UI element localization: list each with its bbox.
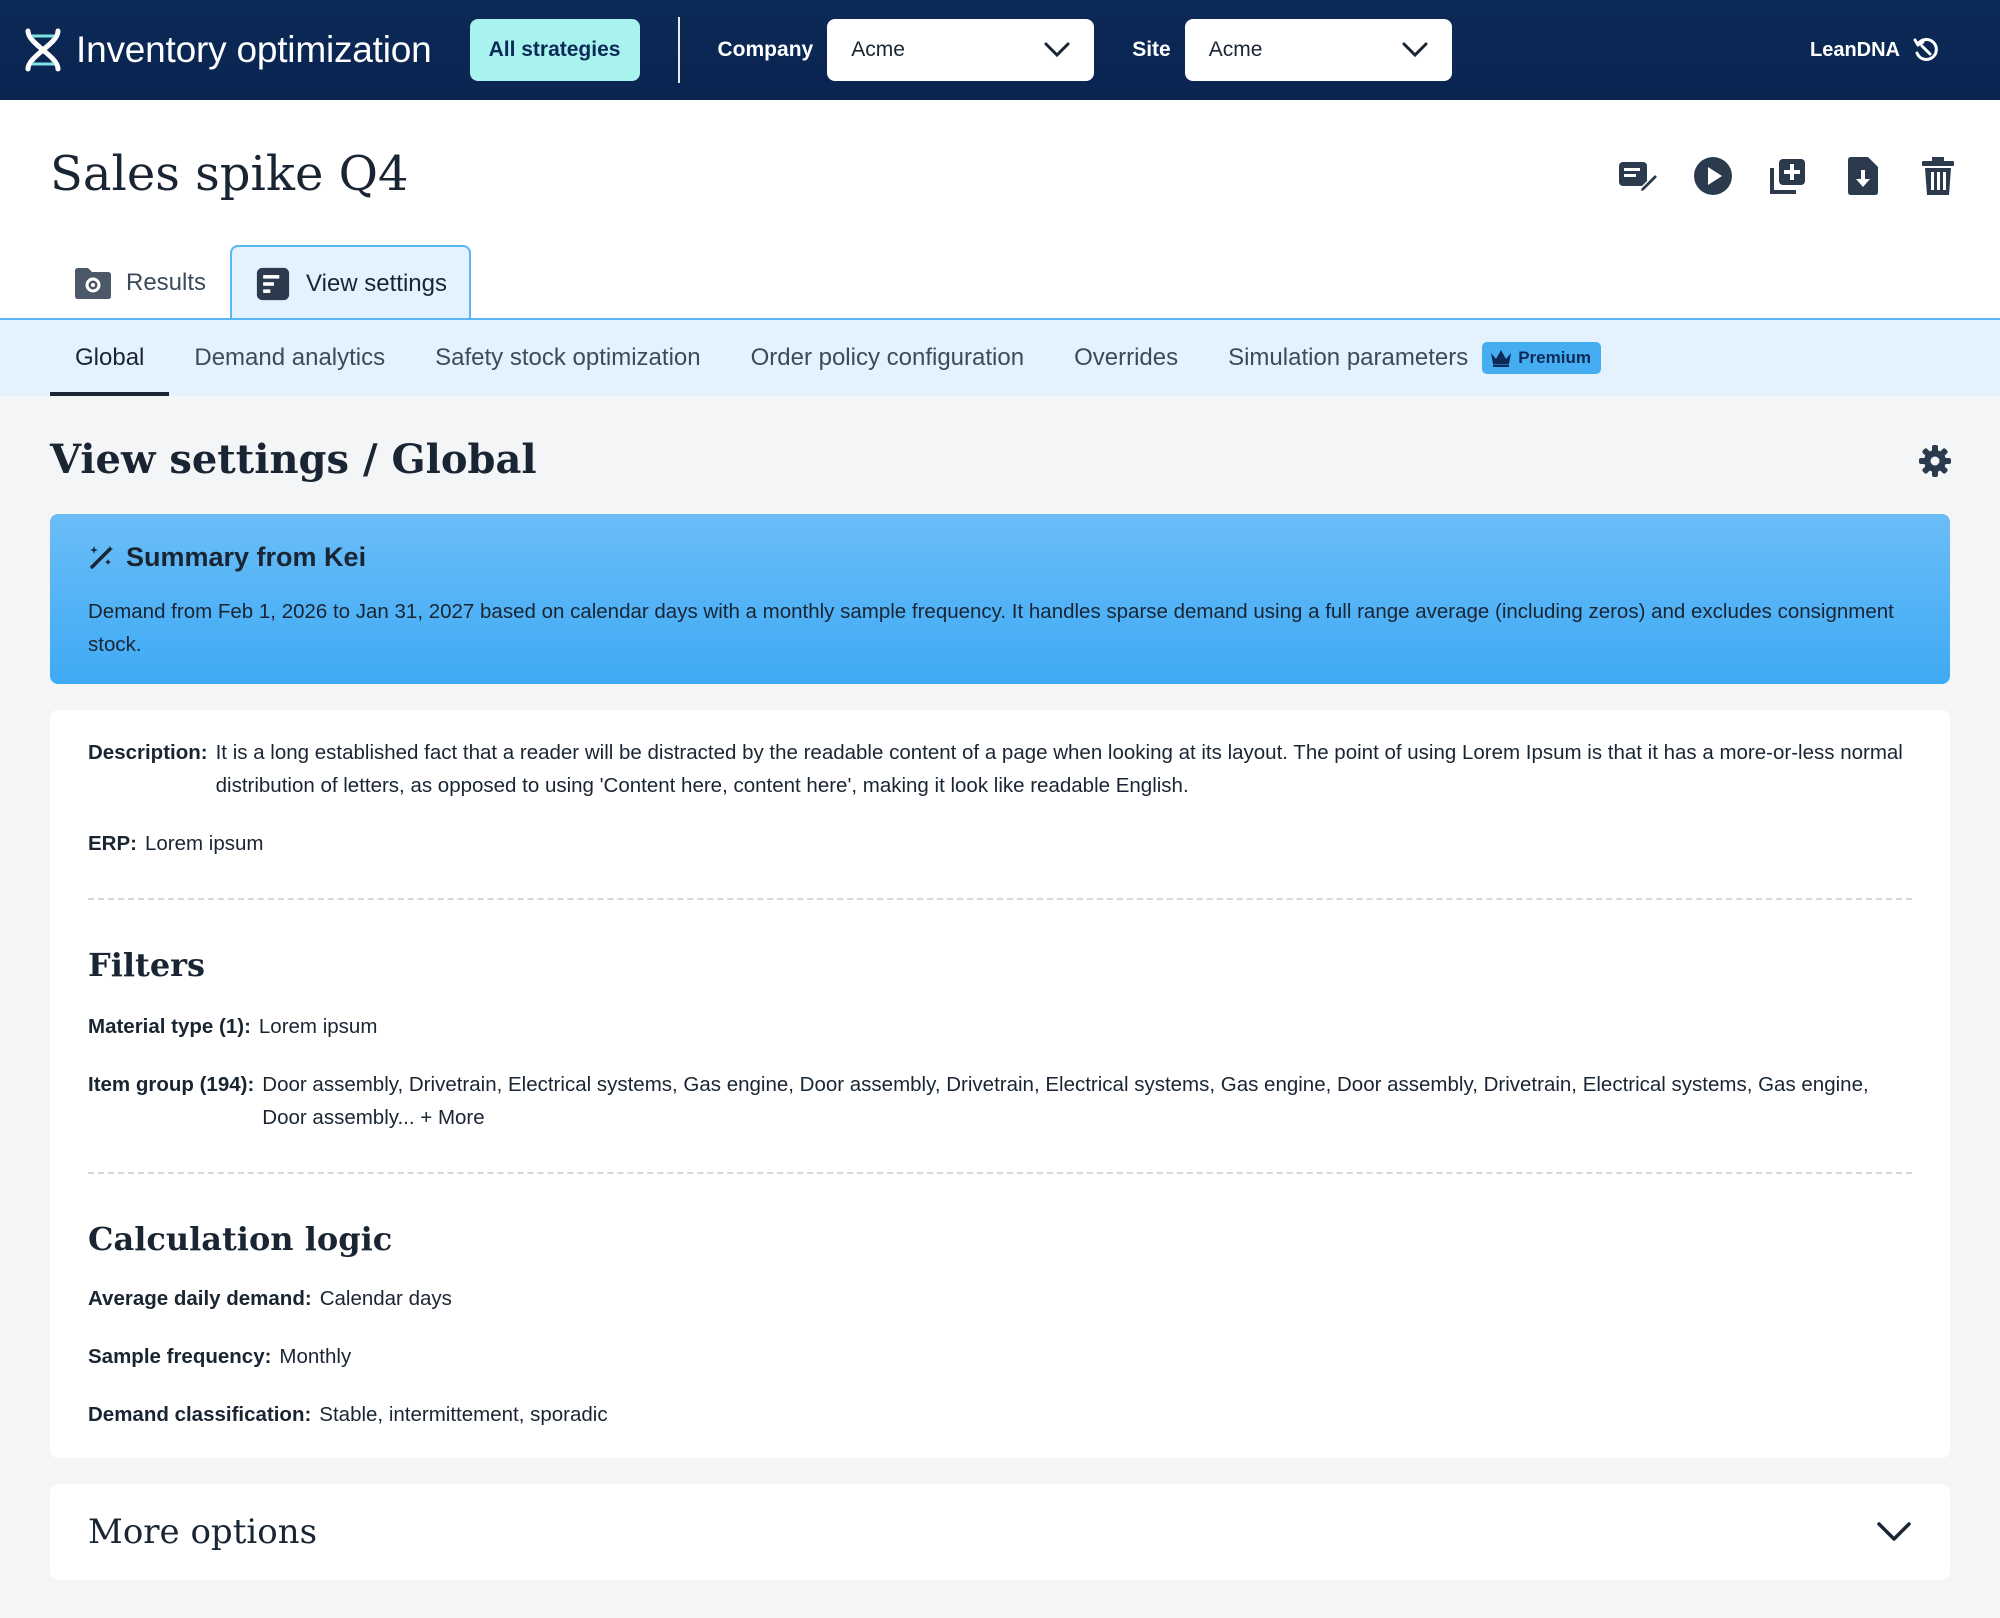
erp-value: Lorem ipsum bbox=[144, 832, 264, 855]
subtab-demand-analytics-label: Demand analytics bbox=[194, 344, 386, 371]
chevron-down-icon bbox=[1402, 42, 1428, 58]
duplicate-icon bbox=[1770, 159, 1805, 194]
subtab-order-policy-label: Order policy configuration bbox=[750, 344, 1025, 371]
gear-icon[interactable] bbox=[1918, 444, 1952, 478]
dna-logo-icon bbox=[25, 28, 61, 72]
subtab-safety-stock-label: Safety stock optimization bbox=[435, 344, 701, 371]
item-group-value-wrap: Door assembly, Drivetrain, Electrical sy… bbox=[262, 1068, 1912, 1134]
topbar-divider bbox=[677, 17, 680, 83]
company-select[interactable]: Acme bbox=[827, 19, 1095, 81]
page-title: Sales spike Q4 bbox=[50, 146, 409, 202]
subtab-safety-stock[interactable]: Safety stock optimization bbox=[410, 320, 725, 396]
avg-daily-demand-label: Average daily demand: bbox=[88, 1287, 312, 1310]
subtab-order-policy[interactable]: Order policy configuration bbox=[726, 320, 1049, 396]
demand-classification-label: Demand classification: bbox=[88, 1403, 312, 1426]
description-label: Description: bbox=[88, 741, 208, 764]
description-row: Description: It is a long established fa… bbox=[88, 736, 1912, 802]
delete-button[interactable] bbox=[1914, 152, 1962, 200]
brand: Inventory optimization bbox=[24, 28, 432, 72]
summary-text: Demand from Feb 1, 2026 to Jan 31, 2027 … bbox=[88, 600, 1894, 656]
premium-badge: Premium bbox=[1482, 342, 1601, 374]
account-menu[interactable]: LeanDNA bbox=[1810, 0, 1940, 100]
site-select[interactable]: Acme bbox=[1184, 19, 1452, 81]
more-options-title: More options bbox=[88, 1512, 318, 1552]
chevron-down-icon bbox=[1044, 42, 1070, 58]
more-options-accordion[interactable]: More options bbox=[50, 1484, 1950, 1580]
subtab-global-label: Global bbox=[75, 344, 145, 371]
summary-title: Summary from Kei bbox=[88, 542, 1912, 573]
material-type-label: Material type (1): bbox=[88, 1015, 251, 1038]
magic-wand-icon bbox=[90, 545, 113, 569]
chevron-down-icon bbox=[1877, 1522, 1911, 1541]
sample-frequency-value: Monthly bbox=[279, 1345, 352, 1368]
top-bar: Inventory optimization All strategies Co… bbox=[0, 0, 2000, 100]
section-divider bbox=[88, 1172, 1912, 1174]
material-type-value: Lorem ipsum bbox=[258, 1015, 378, 1038]
subtab-demand-analytics[interactable]: Demand analytics bbox=[169, 320, 410, 396]
premium-badge-label: Premium bbox=[1518, 348, 1591, 367]
demand-classification-row: Demand classification: Stable, intermitt… bbox=[88, 1398, 1912, 1431]
document-lines-icon bbox=[256, 267, 290, 300]
item-group-value: Door assembly, Drivetrain, Electrical sy… bbox=[262, 1073, 1869, 1129]
company-select-value: Acme bbox=[851, 38, 905, 61]
play-icon bbox=[1694, 157, 1732, 195]
run-button[interactable] bbox=[1689, 152, 1737, 200]
calculation-logic-heading: Calculation logic bbox=[88, 1220, 393, 1258]
download-button[interactable] bbox=[1839, 152, 1887, 200]
trash-icon bbox=[1922, 157, 1954, 195]
item-group-label: Item group (194): bbox=[88, 1073, 255, 1096]
crown-icon bbox=[1491, 350, 1512, 367]
tab-results[interactable]: Results bbox=[50, 245, 230, 320]
folder-gear-icon bbox=[75, 267, 111, 299]
tab-view-settings-label: View settings bbox=[306, 269, 447, 297]
section-heading: View settings / Global bbox=[50, 436, 537, 483]
demand-classification-value: Stable, intermittement, sporadic bbox=[319, 1403, 608, 1426]
edit-button[interactable] bbox=[1614, 152, 1662, 200]
app-title: Inventory optimization bbox=[76, 29, 432, 70]
view-tabs: Results View settings bbox=[50, 245, 471, 320]
site-select-value: Acme bbox=[1208, 38, 1263, 61]
item-group-row: Item group (194): Door assembly, Drivetr… bbox=[88, 1068, 1912, 1134]
subtab-overrides-label: Overrides bbox=[1074, 344, 1179, 371]
all-strategies-button[interactable]: All strategies bbox=[469, 19, 640, 81]
section-divider bbox=[88, 898, 1912, 900]
settings-details-card: Description: It is a long established fa… bbox=[50, 710, 1950, 1458]
more-link[interactable]: + More bbox=[420, 1106, 484, 1129]
filters-heading: Filters bbox=[88, 946, 206, 984]
subtab-simulation-parameters[interactable]: Simulation parameters Premium bbox=[1203, 320, 1626, 396]
company-label: Company bbox=[717, 38, 814, 61]
sample-frequency-row: Sample frequency: Monthly bbox=[88, 1340, 1912, 1373]
download-icon bbox=[1848, 157, 1878, 195]
sample-frequency-label: Sample frequency: bbox=[88, 1345, 272, 1368]
subtab-global[interactable]: Global bbox=[50, 320, 170, 396]
site-label: Site bbox=[1132, 38, 1171, 61]
switch-account-icon bbox=[1913, 37, 1938, 61]
erp-row: ERP: Lorem ipsum bbox=[88, 827, 1912, 860]
subtab-overrides[interactable]: Overrides bbox=[1049, 320, 1203, 396]
kei-summary-panel: Summary from Kei Demand from Feb 1, 2026… bbox=[50, 514, 1950, 684]
avg-daily-demand-row: Average daily demand: Calendar days bbox=[88, 1282, 1912, 1315]
page-header: Sales spike Q4 Results View settings bbox=[0, 100, 2000, 320]
avg-daily-demand-value: Calendar days bbox=[319, 1287, 452, 1310]
erp-label: ERP: bbox=[88, 832, 137, 855]
description-value: It is a long established fact that a rea… bbox=[215, 741, 1903, 797]
settings-subnav: Global Demand analytics Safety stock opt… bbox=[0, 320, 2000, 396]
tab-results-label: Results bbox=[126, 268, 207, 296]
subtab-simulation-parameters-label: Simulation parameters bbox=[1228, 344, 1469, 371]
account-label: LeanDNA bbox=[1809, 38, 1900, 61]
tab-view-settings[interactable]: View settings bbox=[230, 245, 471, 320]
header-actions bbox=[1587, 152, 1962, 200]
material-type-row: Material type (1): Lorem ipsum bbox=[88, 1010, 1912, 1043]
edit-icon bbox=[1619, 162, 1659, 194]
duplicate-button[interactable] bbox=[1764, 152, 1812, 200]
summary-title-label: Summary from Kei bbox=[126, 542, 367, 572]
